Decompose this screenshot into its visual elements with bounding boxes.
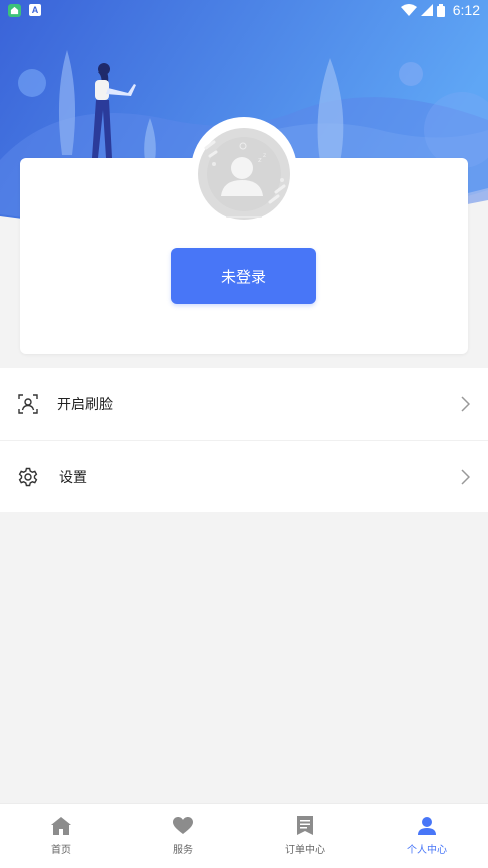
a-notification-icon: A [29, 4, 41, 16]
menu-item-settings[interactable]: 设置 [0, 440, 488, 512]
menu-item-label: 开启刷脸 [57, 397, 113, 413]
home-icon [51, 816, 71, 835]
avatar[interactable]: z z [190, 116, 298, 226]
status-bar: A 6:12 [0, 0, 488, 20]
tab-home[interactable]: 首页 [0, 804, 122, 868]
tab-label: 订单中心 [285, 845, 325, 856]
face-scan-icon [18, 394, 38, 414]
tab-label: 首页 [51, 844, 71, 856]
menu-item-face-scan[interactable]: 开启刷脸 [0, 368, 488, 440]
svg-text:z: z [263, 152, 266, 159]
profile-screen: A 6:12 z z 未登录 开启刷脸 设置 首页 服务 订单中心 个人中心 [0, 0, 488, 868]
tab-orders[interactable]: 订单中心 [244, 804, 366, 868]
chevron-right-icon [461, 468, 470, 485]
login-button[interactable]: 未登录 [171, 248, 316, 304]
tab-profile[interactable]: 个人中心 [366, 804, 488, 868]
status-right-icons: 6:12 [400, 2, 480, 18]
heart-icon [173, 816, 193, 834]
signal-icon [420, 4, 433, 16]
bottom-tab-bar: 首页 服务 订单中心 个人中心 [0, 803, 488, 868]
tab-label: 个人中心 [407, 844, 447, 856]
person-icon [418, 816, 436, 835]
svg-text:z: z [258, 156, 262, 164]
avatar-placeholder-icon: z z [191, 117, 297, 223]
menu-item-label: 设置 [59, 469, 87, 486]
chevron-right-icon [461, 396, 470, 412]
bookmark-icon [297, 816, 313, 835]
tab-service[interactable]: 服务 [122, 804, 244, 868]
status-left-icons: A [8, 3, 41, 17]
menu-list: 开启刷脸 设置 [0, 368, 488, 512]
gear-icon [18, 467, 38, 487]
app-icon [8, 3, 21, 17]
status-time: 6:12 [452, 2, 480, 18]
wifi-icon [400, 4, 417, 16]
tab-label: 服务 [173, 844, 193, 856]
battery-icon [436, 3, 445, 17]
